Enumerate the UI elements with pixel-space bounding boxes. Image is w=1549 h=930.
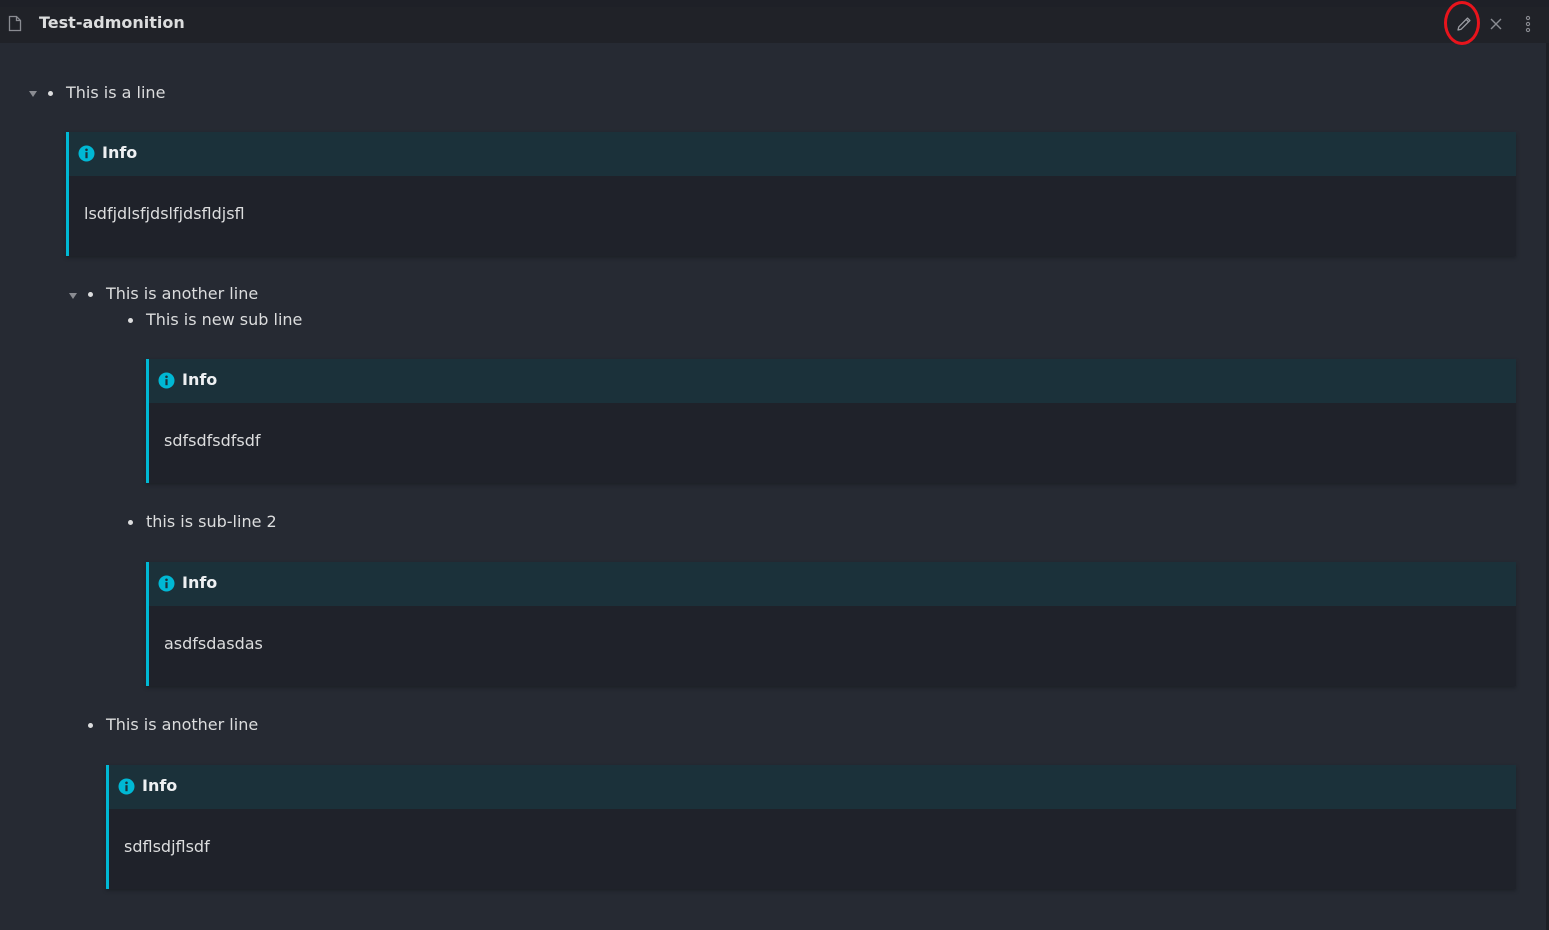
info-icon bbox=[78, 145, 95, 162]
list-item: This is new sub line bbox=[146, 310, 303, 329]
admonition-header[interactable]: Info bbox=[109, 765, 1516, 809]
bullet-icon bbox=[128, 318, 133, 323]
window-top-strip bbox=[0, 0, 1549, 7]
bullet-icon bbox=[128, 520, 133, 525]
list-item: This is a line bbox=[66, 83, 166, 102]
list-item: This is another line bbox=[106, 284, 259, 303]
admonition-content: sdflsdjflsdf bbox=[124, 837, 210, 856]
admonition-title: Info bbox=[102, 143, 138, 162]
close-icon[interactable] bbox=[1486, 14, 1506, 34]
pencil-icon[interactable] bbox=[1454, 14, 1474, 34]
page-title[interactable]: Test-admonition bbox=[39, 13, 185, 33]
fold-toggle-icon[interactable] bbox=[69, 293, 77, 299]
list-item: this is sub-line 2 bbox=[146, 512, 277, 531]
admonition-title: Info bbox=[142, 776, 178, 795]
admonition-header[interactable]: Info bbox=[69, 132, 1516, 176]
info-icon bbox=[158, 372, 175, 389]
admonition-info: Info lsdfjdlsfjdslfjdsfldjsfl bbox=[66, 132, 1516, 256]
admonition-info: Info sdfsdfsdfsdf bbox=[146, 359, 1516, 483]
file-icon bbox=[8, 15, 22, 32]
bullet-icon bbox=[88, 723, 93, 728]
admonition-header[interactable]: Info bbox=[149, 562, 1516, 606]
admonition-content: asdfsdasdas bbox=[164, 634, 263, 653]
admonition-title: Info bbox=[182, 573, 218, 592]
bullet-icon bbox=[88, 292, 93, 297]
admonition-header[interactable]: Info bbox=[149, 359, 1516, 403]
info-icon bbox=[118, 778, 135, 795]
admonition-info: Info sdflsdjflsdf bbox=[106, 765, 1516, 889]
list-item: This is another line bbox=[106, 715, 259, 734]
admonition-title: Info bbox=[182, 370, 218, 389]
admonition-info: Info asdfsdasdas bbox=[146, 562, 1516, 686]
bullet-icon bbox=[48, 91, 53, 96]
reading-view: This is a line Info lsdfjdlsfjdslfjdsfld… bbox=[0, 43, 1546, 930]
fold-toggle-icon[interactable] bbox=[29, 91, 37, 97]
info-icon bbox=[158, 575, 175, 592]
view-header: Test-admonition bbox=[0, 7, 1549, 43]
more-options-icon[interactable] bbox=[1518, 14, 1538, 34]
admonition-content: sdfsdfsdfsdf bbox=[164, 431, 261, 450]
admonition-content: lsdfjdlsfjdslfjdsfldjsfl bbox=[84, 204, 245, 223]
